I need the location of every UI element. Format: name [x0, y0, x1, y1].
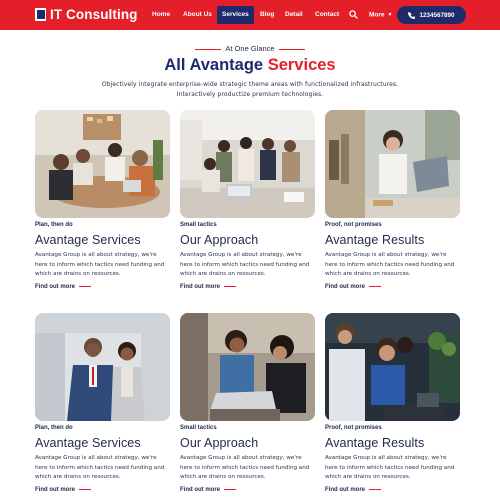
business-pair-photo: [35, 313, 170, 421]
title-accent: Services: [267, 56, 336, 74]
women-laptop-photo: [180, 313, 315, 421]
card-title: Avantage Results: [325, 233, 425, 247]
link-label: Find out more: [325, 283, 365, 290]
more-label: More: [369, 11, 385, 19]
link-underline: [369, 489, 381, 491]
woman-at-laptop-photo: [325, 110, 460, 218]
service-card: Small tactics Our Approach Avantage Grou…: [180, 110, 315, 290]
find-out-more-link[interactable]: Find out more: [180, 487, 315, 493]
phone-number: 1234567890: [419, 11, 455, 19]
chevron-down-icon: ▼: [387, 12, 393, 18]
card-body: Avantage Group is all about strategy, we…: [325, 455, 455, 481]
phone-icon: [408, 11, 416, 19]
card-kicker: Small tactics: [180, 425, 217, 431]
logo-text: IT Consulting: [50, 7, 138, 22]
link-label: Find out more: [35, 283, 75, 290]
nav-contact[interactable]: Contact: [315, 6, 339, 24]
link-label: Find out more: [35, 486, 75, 493]
link-label: Find out more: [325, 486, 365, 493]
find-out-more-link[interactable]: Find out more: [35, 284, 170, 290]
link-underline: [79, 286, 91, 288]
service-card: Proof, not promises Avantage Results Ava…: [325, 313, 460, 493]
more-menu[interactable]: More ▼: [369, 6, 392, 24]
card-body: Avantage Group is all about strategy, we…: [180, 455, 310, 481]
find-out-more-link[interactable]: Find out more: [325, 487, 460, 493]
eyebrow-line-right: [278, 48, 305, 50]
nav-services[interactable]: Services: [217, 6, 254, 24]
link-label: Find out more: [180, 486, 220, 493]
office-team-photo: [180, 110, 315, 218]
card-title: Our Approach: [180, 436, 259, 450]
nav-home[interactable]: Home: [152, 6, 170, 24]
nav-about-us[interactable]: About Us: [183, 6, 212, 24]
link-underline: [224, 489, 236, 491]
card-body: Avantage Group is all about strategy, we…: [35, 252, 165, 278]
service-card: Proof, not promises Avantage Results Ava…: [325, 110, 460, 290]
logo[interactable]: IT Consulting: [35, 7, 138, 22]
card-kicker: Plan, then do: [35, 425, 73, 431]
smiling-coworkers-photo: [325, 313, 460, 421]
service-card: Plan, then do Avantage Services Avantage…: [35, 110, 170, 290]
eyebrow-line-left: [195, 48, 222, 50]
service-card: Small tactics Our Approach Avantage Grou…: [180, 313, 315, 493]
find-out-more-link[interactable]: Find out more: [325, 284, 460, 290]
card-title: Avantage Services: [35, 436, 141, 450]
eyebrow-text: At One Glance: [225, 44, 275, 53]
section-subtitle: Objectively integrate enterprise-wide st…: [101, 81, 399, 98]
service-card: Plan, then do Avantage Services Avantage…: [35, 313, 170, 493]
card-title: Avantage Services: [35, 233, 141, 247]
find-out-more-link[interactable]: Find out more: [180, 284, 315, 290]
link-underline: [369, 286, 381, 288]
team-meeting-photo: [35, 110, 170, 218]
card-kicker: Small tactics: [180, 222, 217, 228]
site-header: IT Consulting Home About Us Services Blo…: [0, 0, 500, 30]
link-underline: [224, 286, 236, 288]
card-title: Avantage Results: [325, 436, 425, 450]
page-title: All Avantage Services: [0, 56, 500, 75]
card-kicker: Proof, not promises: [325, 222, 382, 228]
search-icon[interactable]: [349, 10, 358, 19]
logo-icon: [35, 8, 46, 21]
card-body: Avantage Group is all about strategy, we…: [325, 252, 455, 278]
card-title: Our Approach: [180, 233, 259, 247]
phone-button[interactable]: 1234567890: [397, 6, 466, 24]
card-kicker: Plan, then do: [35, 222, 73, 228]
title-main: All Avantage: [164, 56, 264, 74]
link-label: Find out more: [180, 283, 220, 290]
card-body: Avantage Group is all about strategy, we…: [35, 455, 165, 481]
section-eyebrow: At One Glance: [0, 44, 500, 53]
find-out-more-link[interactable]: Find out more: [35, 487, 170, 493]
card-kicker: Proof, not promises: [325, 425, 382, 431]
nav-detail[interactable]: Detail: [285, 6, 303, 24]
nav-blog[interactable]: Blog: [260, 6, 274, 24]
card-body: Avantage Group is all about strategy, we…: [180, 252, 310, 278]
link-underline: [79, 489, 91, 491]
